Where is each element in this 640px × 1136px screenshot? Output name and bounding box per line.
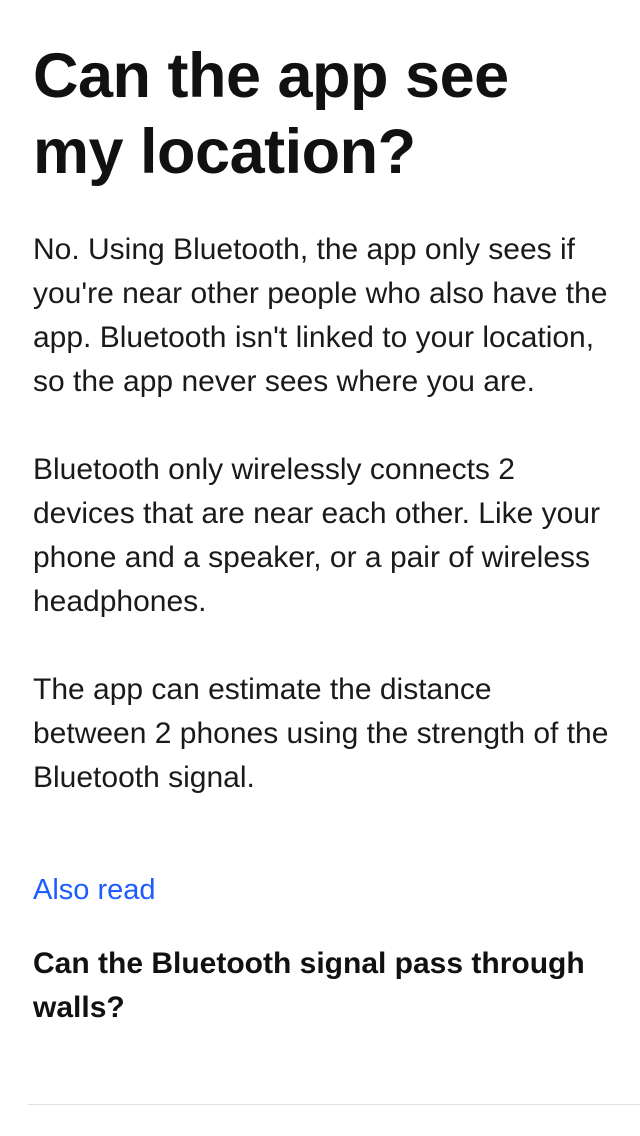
article-paragraph-1: No. Using Bluetooth, the app only sees i… xyxy=(33,233,608,398)
also-read-link[interactable]: Also read xyxy=(33,870,156,910)
related-articles-list: Can the Bluetooth signal pass through wa… xyxy=(33,942,608,1048)
related-article-bluetooth-walls[interactable]: Can the Bluetooth signal pass through wa… xyxy=(33,942,593,1048)
list-divider xyxy=(28,1104,640,1105)
faq-page: Can the app see my location? No. Using B… xyxy=(0,0,640,1136)
article-paragraph-2: Bluetooth only wirelessly connects 2 dev… xyxy=(33,453,601,618)
article-body: No. Using Bluetooth, the app only sees i… xyxy=(33,228,608,800)
article-paragraph-3: The app can estimate the distance betwee… xyxy=(33,673,609,794)
page-title: Can the app see my location? xyxy=(33,41,509,187)
